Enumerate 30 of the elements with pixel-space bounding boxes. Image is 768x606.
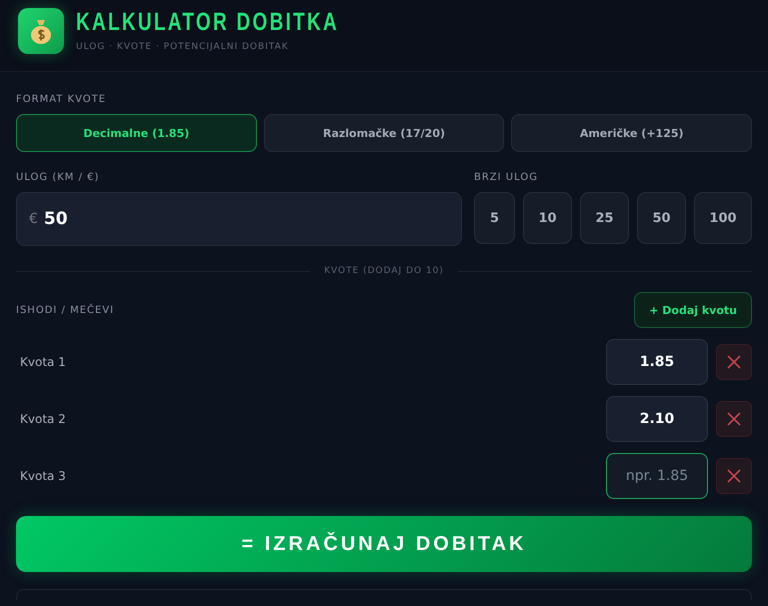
quick-stake-button[interactable]: 100: [694, 192, 752, 244]
format-tab[interactable]: Američke (+125): [511, 114, 752, 152]
format-tab[interactable]: Decimalne (1.85): [16, 114, 257, 152]
quick-stake-button[interactable]: 25: [580, 192, 629, 244]
stake-field[interactable]: € 50: [16, 192, 462, 246]
close-icon: [727, 469, 741, 483]
quick-stake-button[interactable]: 5: [474, 192, 515, 244]
remove-button[interactable]: [716, 458, 752, 494]
format-tab[interactable]: Razlomačke (17/20): [264, 114, 504, 152]
section-label: ISHODI / MEČEVI: [16, 304, 114, 316]
divider-label: KVOTE (DODAJ DO 10): [324, 266, 444, 276]
close-icon: [727, 355, 741, 369]
odds-input[interactable]: npr. 1.85: [606, 453, 708, 499]
odds-input[interactable]: 1.85: [606, 339, 708, 385]
odds-label: Kvota 1: [19, 355, 67, 369]
odds-input[interactable]: 2.10: [606, 396, 708, 442]
section-label: BRZI ULOG: [474, 172, 539, 183]
section-label: FORMAT KVOTE: [16, 94, 108, 105]
odds-label: Kvota 3: [19, 469, 67, 483]
money-bag-icon: [18, 8, 64, 54]
remove-button[interactable]: [716, 401, 752, 437]
odds-label: Kvota 2: [19, 412, 67, 426]
quick-stake-button[interactable]: 10: [523, 192, 572, 244]
app-title: KALKULATOR DOBITKA: [76, 8, 340, 36]
remove-button[interactable]: [716, 344, 752, 380]
quick-stake-button[interactable]: 50: [637, 192, 686, 244]
section-label: ULOG (KM / €): [16, 172, 100, 183]
add-odds-button[interactable]: + Dodaj kvotu: [634, 292, 752, 328]
close-icon: [727, 412, 741, 426]
app-subtitle: ULOG · KVOTE · POTENCIJALNI DOBITAK: [76, 42, 290, 52]
